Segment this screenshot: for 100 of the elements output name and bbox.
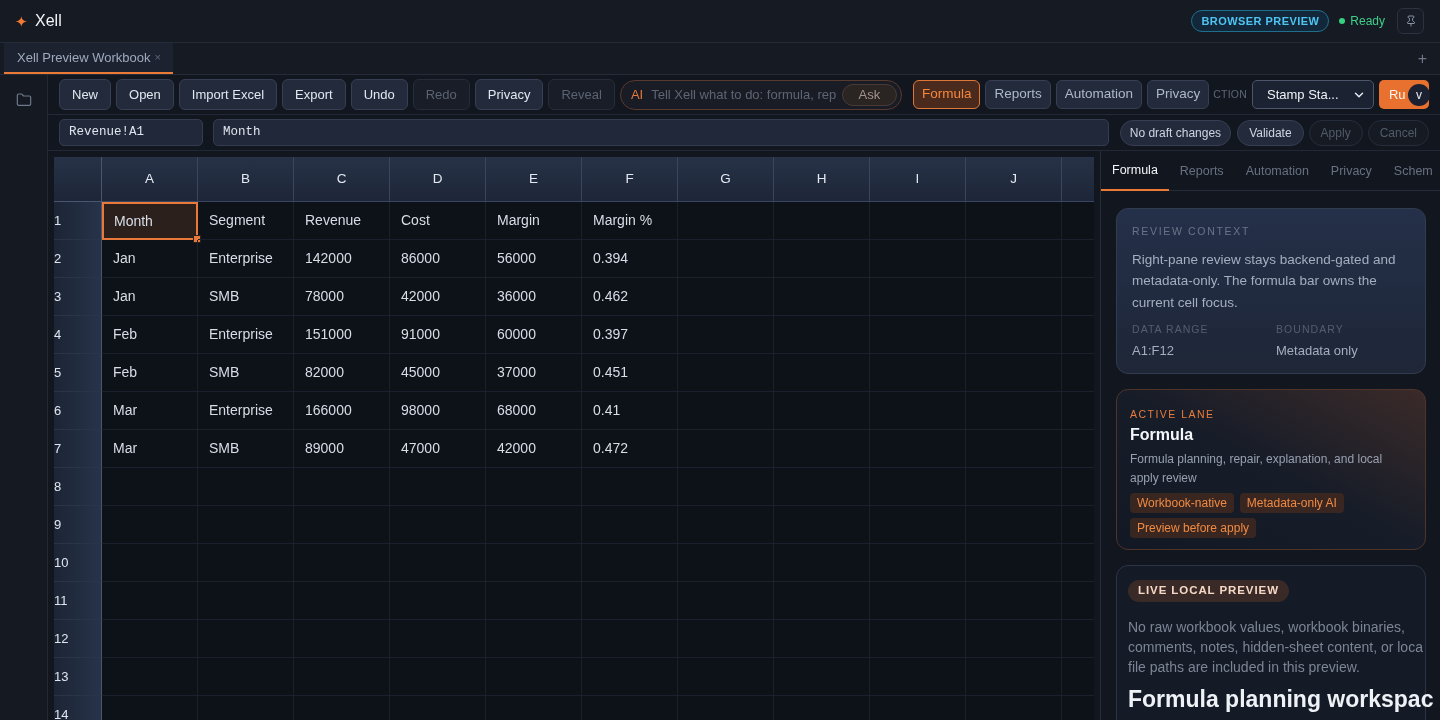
row-header: 7 [54,430,102,468]
toolbar-button[interactable]: Export [282,79,346,110]
table-cell[interactable] [774,202,870,240]
table-cell[interactable] [102,658,198,696]
table-cell[interactable]: 56000 [486,240,582,278]
table-cell[interactable]: 0.397 [582,316,678,354]
column-header: D [390,157,486,202]
panel-tab[interactable]: Formula [1101,151,1169,191]
action-button[interactable]: Validate [1237,119,1304,146]
table-cell[interactable]: 0.41 [582,392,678,430]
table-cell[interactable]: 0.472 [582,430,678,468]
table-cell[interactable]: Jan [102,240,198,278]
toolbar-button[interactable]: New [59,79,111,110]
table-cell[interactable] [102,506,198,544]
table-cell[interactable]: Feb [102,316,198,354]
toolbar-button[interactable]: Import Excel [178,79,278,110]
row-header: 9 [54,506,102,544]
table-cell[interactable]: Enterprise [198,316,294,354]
ai-prompt-field[interactable]: AI Tell Xell what to do: formula, rep Ask [619,79,902,110]
table-cell[interactable]: Feb [102,354,198,392]
table-cell[interactable]: 37000 [486,354,582,392]
panel-tab[interactable]: Privacy [1319,151,1383,191]
table-cell[interactable]: 0.394 [582,240,678,278]
app-title: Xell [35,11,62,31]
table-cell[interactable] [102,620,198,658]
formula-input[interactable]: Month [213,119,1109,146]
table-cell[interactable]: Enterprise [198,392,294,430]
row-header: 2 [54,240,102,278]
toolbar-button[interactable]: Privacy [474,79,544,110]
table-cell[interactable]: 78000 [294,278,390,316]
lane-button[interactable]: Privacy [1147,80,1210,109]
table-cell[interactable]: 68000 [486,392,582,430]
table-cell[interactable]: Cost [390,202,486,240]
table-cell[interactable] [966,202,1062,240]
action-label: CTION [1213,86,1247,102]
table-cell[interactable]: SMB [198,430,294,468]
lane-title: Formula [1130,425,1195,446]
card-heading: REVIEW CONTEXT [1132,224,1252,239]
table-cell[interactable]: 0.462 [582,278,678,316]
table-cell[interactable]: 47000 [390,430,486,468]
table-cell[interactable] [102,582,198,620]
row-header: 8 [54,468,102,506]
table-cell[interactable]: 89000 [294,430,390,468]
row-header: 1 [54,202,102,240]
fact-value: A1:F12 [1132,342,1175,360]
table-cell[interactable]: Margin [486,202,582,240]
panel-tab[interactable]: Automation [1234,151,1320,191]
column-header: F [582,157,678,202]
table-cell[interactable]: Mar [102,392,198,430]
table-cell[interactable]: 60000 [486,316,582,354]
table-cell[interactable]: 82000 [294,354,390,392]
new-tab-button[interactable]: + [1417,51,1427,67]
table-cell[interactable]: SMB [198,354,294,392]
card-heading: ACTIVE LANE [1130,406,1216,422]
row-header: 5 [54,354,102,392]
table-cell[interactable]: 86000 [390,240,486,278]
preview-title: Formula planning workspac [1128,684,1434,714]
table-cell[interactable]: Enterprise [198,240,294,278]
table-cell[interactable]: 36000 [486,278,582,316]
table-cell[interactable]: Mar [102,430,198,468]
workbook-tab[interactable]: Xell Preview Workbook × [4,43,173,74]
table-cell[interactable]: 91000 [390,316,486,354]
fill-handle[interactable] [193,235,201,243]
table-cell[interactable] [678,202,774,240]
table-cell[interactable]: Margin % [582,202,678,240]
table-cell[interactable]: 151000 [294,316,390,354]
toolbar-button[interactable]: Undo [350,79,408,110]
table-cell[interactable]: 142000 [294,240,390,278]
table-cell[interactable]: 0.451 [582,354,678,392]
pin-button[interactable] [1397,8,1424,34]
action-select[interactable]: Stamp Sta... [1252,80,1374,109]
ai-label: AI [630,85,644,104]
table-cell[interactable] [102,544,198,582]
table-cell[interactable]: 42000 [390,278,486,316]
table-cell[interactable]: Month [102,202,198,240]
live-preview-pill: LIVE LOCAL PREVIEW [1128,579,1289,602]
ask-button[interactable]: Ask [841,83,897,106]
name-box[interactable]: Revenue!A1 [59,119,203,146]
table-cell[interactable]: 98000 [390,392,486,430]
table-cell[interactable]: 42000 [486,430,582,468]
table-cell[interactable] [102,468,198,506]
toolbar-button[interactable]: Open [116,79,174,110]
table-cell[interactable] [870,202,966,240]
table-cell[interactable]: Jan [102,278,198,316]
pin-icon [1404,15,1417,27]
lane-button[interactable]: Reports [985,80,1051,109]
table-cell[interactable]: Revenue [294,202,390,240]
table-cell[interactable]: 166000 [294,392,390,430]
row-header: 4 [54,316,102,354]
folder-icon[interactable] [15,92,32,108]
table-cell[interactable]: SMB [198,278,294,316]
preview-badge: BROWSER PREVIEW [1191,10,1330,32]
lane-button[interactable]: Automation [1055,80,1142,109]
table-cell[interactable]: Segment [198,202,294,240]
logo-text: ✦ [15,13,28,29]
column-header: C [294,157,390,202]
table-cell[interactable]: 45000 [390,354,486,392]
lane-button[interactable]: Formula [912,80,981,109]
panel-tab[interactable]: Schem [1382,151,1440,191]
panel-tab[interactable]: Reports [1168,151,1235,191]
